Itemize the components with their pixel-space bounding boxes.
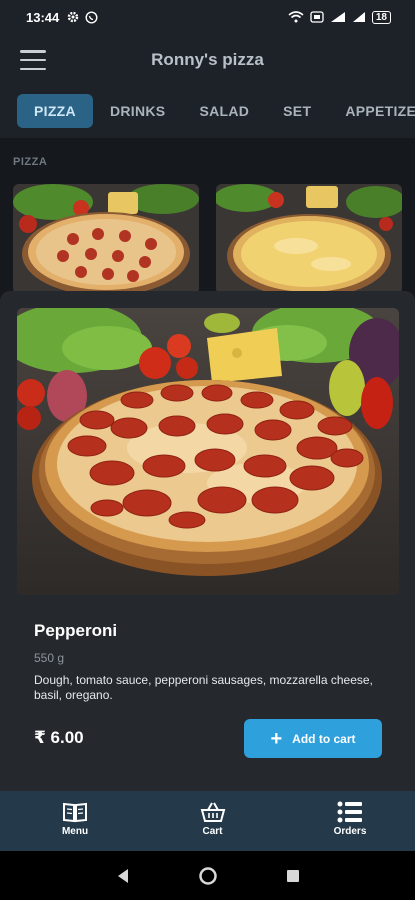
back-icon[interactable] xyxy=(116,868,130,884)
product-detail-sheet: Pepperoni 550 g Dough, tomato sauce, pep… xyxy=(0,291,415,791)
volte-icon xyxy=(310,11,324,23)
section-label: PIZZA xyxy=(13,156,48,168)
tab-set[interactable]: SET xyxy=(266,94,328,128)
nav-menu[interactable]: Menu xyxy=(50,791,100,851)
home-icon[interactable] xyxy=(198,866,218,886)
recents-icon[interactable] xyxy=(286,869,300,883)
whatsapp-icon xyxy=(85,10,98,24)
battery-icon: 18 xyxy=(371,10,391,24)
product-weight: 550 g xyxy=(34,651,65,665)
pepperoni-hero-image xyxy=(17,308,399,595)
signal-icon-2 xyxy=(352,12,365,22)
signal-icon xyxy=(330,12,345,22)
hamburger-menu-icon[interactable] xyxy=(20,50,46,70)
pizza-card-pepperoni[interactable] xyxy=(13,184,199,294)
pepperoni-pizza-image xyxy=(13,184,199,294)
bottom-navigation: Menu Cart Orders xyxy=(0,791,415,851)
tab-salad[interactable]: SALAD xyxy=(182,94,266,128)
nav-menu-label: Menu xyxy=(61,826,89,837)
tab-appetizer[interactable]: APPETIZER xyxy=(328,94,415,128)
system-navigation-bar xyxy=(0,851,415,900)
cheese-pizza-image xyxy=(216,184,402,294)
list-icon xyxy=(337,801,362,823)
wifi-icon xyxy=(288,11,304,23)
nav-orders[interactable]: Orders xyxy=(325,791,375,851)
status-bar: 13:44 18 xyxy=(0,0,415,34)
product-description: Dough, tomato sauce, pepperoni sausages,… xyxy=(34,673,373,702)
nav-cart[interactable]: Cart xyxy=(188,791,238,851)
category-tabs: PIZZA DRINKS SALAD SET APPETIZER xyxy=(0,92,415,130)
add-to-cart-label: Add to cart xyxy=(292,731,356,746)
app-title: Ronny's pizza xyxy=(151,50,264,69)
settings-gear-icon xyxy=(68,11,79,23)
tab-pizza[interactable]: PIZZA xyxy=(17,94,93,128)
book-icon xyxy=(63,802,87,823)
add-to-cart-button[interactable]: + Add to cart xyxy=(244,719,382,758)
pizza-card-cheese[interactable] xyxy=(216,184,402,294)
plus-icon: + xyxy=(270,727,283,750)
product-name: Pepperoni xyxy=(34,621,118,640)
app-header: Ronny's pizza xyxy=(0,34,415,86)
nav-cart-label: Cart xyxy=(202,826,223,837)
product-image-container xyxy=(17,308,399,595)
tab-drinks[interactable]: DRINKS xyxy=(93,94,182,128)
nav-orders-label: Orders xyxy=(333,826,367,837)
product-price: ₹ 6.00 xyxy=(34,728,84,747)
status-time: 13:44 xyxy=(26,9,60,25)
basket-icon xyxy=(200,802,225,822)
